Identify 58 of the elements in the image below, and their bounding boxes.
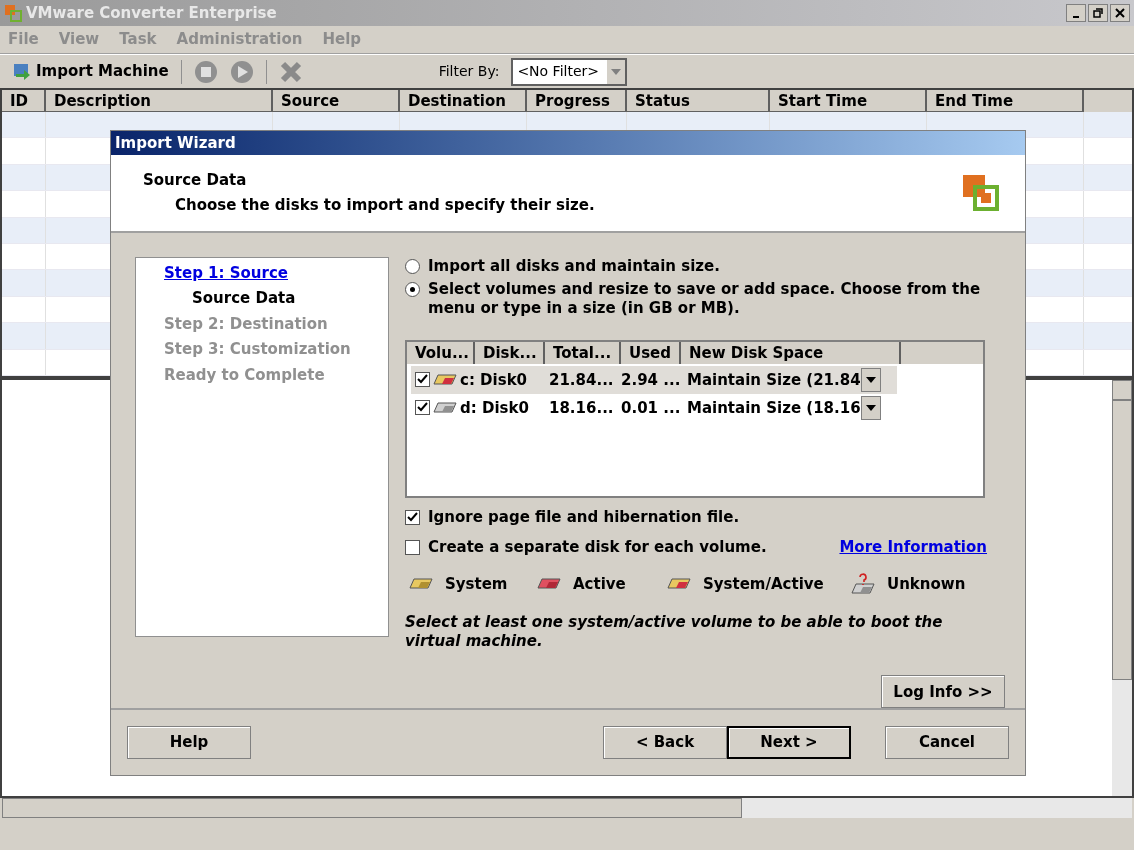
- radio-label: Select volumes and resize to save or add space. Choose from the menu or type in a size (in GB or MB).: [428, 279, 982, 318]
- dialog-button[interactable]: Help: [127, 726, 251, 760]
- checkbox[interactable]: [405, 509, 420, 525]
- wizard-substep[interactable]: Source Data: [164, 287, 388, 310]
- size-dropdown[interactable]: Maintain Size (21.84: [683, 367, 881, 392]
- unknown-disk-icon: [851, 573, 875, 596]
- used-cell-text: 2.94 ...: [621, 369, 682, 391]
- column-header[interactable]: Total...: [545, 341, 621, 364]
- vertical-scrollbar[interactable]: [1112, 380, 1132, 796]
- close-icon: [1115, 8, 1125, 18]
- wizard-step[interactable]: Step 1: Source: [164, 261, 388, 285]
- volume-cell-text: c: Disk0: [460, 369, 528, 391]
- filter-dropdown[interactable]: <No Filter>: [511, 57, 628, 86]
- converter-logo-icon: [961, 172, 1001, 213]
- legend-label: Unknown: [887, 573, 966, 595]
- legend-label: Active: [573, 573, 626, 595]
- checkbox-label: Create a separate disk for each volume.: [428, 537, 767, 559]
- radio-button[interactable]: [405, 281, 420, 297]
- checkbox[interactable]: [405, 540, 420, 556]
- legend-label: System/Active: [703, 573, 824, 595]
- total-cell-text: 18.16...: [549, 397, 615, 419]
- filter-label: Filter By:: [438, 62, 500, 81]
- size-dropdown[interactable]: Maintain Size (18.16: [683, 395, 881, 420]
- restore-icon: [1093, 8, 1103, 18]
- column-header[interactable]: Disk...: [475, 341, 545, 364]
- header-title: Source Data: [143, 170, 248, 192]
- more-information-link[interactable]: More Information: [839, 536, 987, 559]
- computer-icon: [12, 61, 32, 82]
- column-header[interactable]: Used: [621, 341, 681, 364]
- volume-checkbox[interactable]: [415, 372, 430, 388]
- boot-note: Select at least one system/active volume to be able to boot the virtual machine.: [405, 613, 944, 652]
- volume-cell-text: d: Disk0: [460, 397, 529, 419]
- close-button[interactable]: [1110, 4, 1130, 22]
- total-cell-text: 21.84...: [549, 369, 615, 391]
- import-machine-button[interactable]: Import Machine: [12, 60, 169, 83]
- restore-button[interactable]: [1088, 4, 1108, 22]
- radio-label: Import all disks and maintain size.: [428, 256, 720, 276]
- dialog-button[interactable]: Next >: [727, 726, 851, 760]
- dialog-button[interactable]: < Back: [603, 726, 727, 760]
- caret-icon: [865, 404, 876, 411]
- volume-checkbox[interactable]: [415, 400, 430, 416]
- checkbox-label: Ignore page file and hibernation file.: [428, 506, 740, 528]
- minimize-button[interactable]: [1066, 4, 1086, 22]
- column-header[interactable]: Volu...: [407, 341, 475, 364]
- log-info-button[interactable]: Log Info >>: [881, 675, 1005, 709]
- used-cell-text: 0.01 ...: [621, 397, 682, 419]
- radio-button[interactable]: [405, 258, 420, 274]
- caret-icon: [611, 68, 622, 75]
- legend-label: System: [445, 573, 508, 595]
- dialog-button[interactable]: Cancel: [885, 726, 1009, 760]
- window-title: VMware Converter Enterprise: [26, 2, 277, 24]
- minimize-icon: [1073, 16, 1079, 18]
- column-header[interactable]: New Disk Space: [681, 341, 901, 364]
- header-subtitle: Choose the disks to import and specify their size.: [174, 194, 595, 216]
- app-icon: [4, 4, 22, 22]
- volume-row[interactable]: c: Disk0 21.84... 2.94 ... Maintain Size (21.84: [411, 365, 897, 394]
- horizontal-scrollbar[interactable]: [2, 798, 1132, 818]
- dialog-title: Import Wizard: [115, 132, 236, 154]
